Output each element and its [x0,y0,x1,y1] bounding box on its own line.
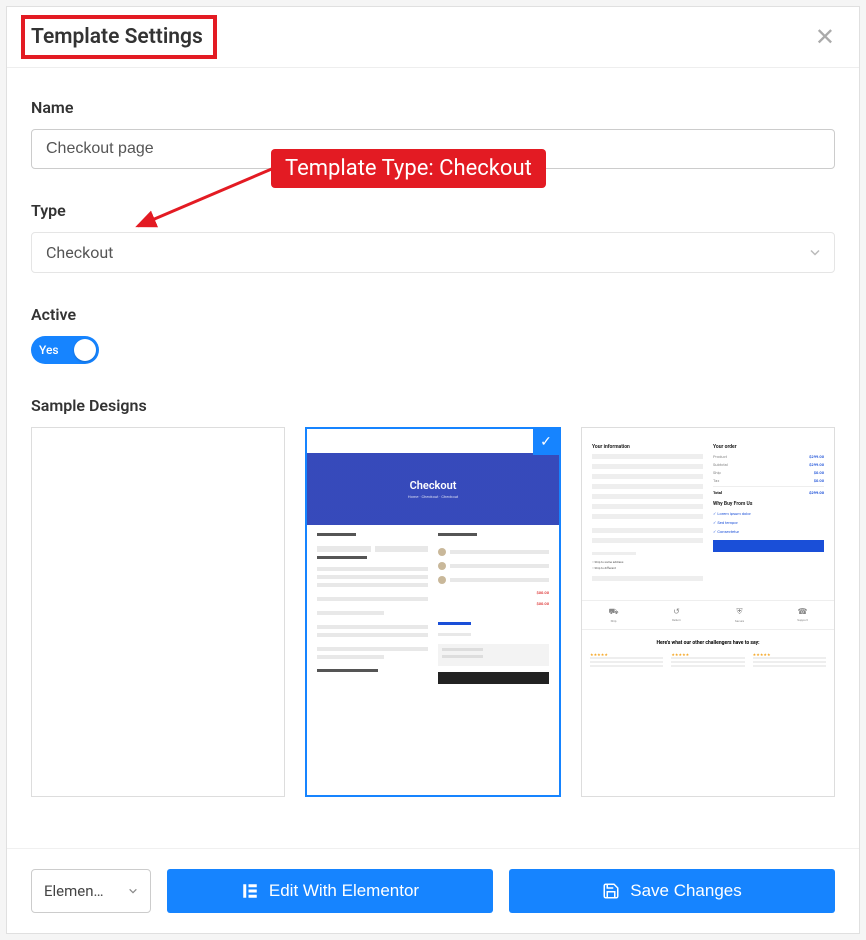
type-select-wrap: Checkout [31,232,835,273]
designs-row: ✓ Checkout Home · Checkout · Checkout BI… [31,427,835,797]
type-select-value: Checkout [46,243,113,262]
thumb-order-heading: ORDER DETAILS [438,533,477,536]
active-toggle[interactable]: Yes [31,336,99,364]
thumb-hero: Checkout Home · Checkout · Checkout [307,453,559,525]
builder-select-value: Elemen… [44,882,104,900]
title-highlight-box: Template Settings [21,15,217,59]
elementor-icon [241,882,259,900]
type-field: Type Checkout [31,201,835,273]
design-card-checkout-2[interactable]: Your information [581,427,835,797]
modal-title: Template Settings [31,25,203,49]
edit-with-elementor-button[interactable]: Edit With Elementor [167,869,493,913]
design-card-blank[interactable] [31,427,285,797]
toggle-knob [74,339,96,361]
thumb3-why-heading: Why Buy From Us [713,501,824,507]
thumb3-trust-icons: ⛟Ship ↺Return ⛨Secure ☎Support [582,600,834,630]
name-field: Name [31,98,835,169]
name-input[interactable] [31,129,835,169]
thumb-hero-sub: Home · Checkout · Checkout [408,494,459,499]
designs-field: Sample Designs ✓ Checkout Home · Checkou… [31,396,835,797]
type-label: Type [31,201,835,220]
thumb3-place-order-btn [713,540,824,552]
thumb-hero-title: Checkout [410,479,457,492]
thumb-body: BILLING DETAILS [307,525,559,692]
thumb3-info-heading: Your information [592,444,703,450]
template-settings-modal: Template Settings ✕ Name Type Checkout [6,6,860,934]
designs-label: Sample Designs [31,396,835,415]
toggle-yes-label: Yes [39,343,59,357]
save-button-label: Save Changes [630,881,742,901]
chevron-down-icon [128,886,138,896]
thumb3-body: Your information [582,428,834,596]
edit-button-label: Edit With Elementor [269,881,419,901]
thumb3-testimonials: ★★★★★ ★★★★★ ★★★★★ [582,652,834,669]
active-label: Active [31,305,835,324]
close-icon[interactable]: ✕ [815,25,835,49]
thumb3-order-heading: Your order [713,444,824,450]
type-select[interactable]: Checkout [31,232,835,273]
thumb-billing-heading: BILLING DETAILS [317,533,356,536]
save-icon [602,882,620,900]
thumb3-testimonial-heading: Here's what our other challengers have t… [582,640,834,646]
modal-header: Template Settings ✕ [7,7,859,67]
save-changes-button[interactable]: Save Changes [509,869,835,913]
builder-select[interactable]: Elemen… [31,869,151,913]
active-field: Active Yes [31,305,835,364]
modal-body: Name Type Checkout [7,68,859,848]
design-card-checkout-1[interactable]: ✓ Checkout Home · Checkout · Checkout BI… [305,427,561,797]
thumb-place-order-btn [438,672,549,684]
name-label: Name [31,98,835,117]
modal-footer: Elemen… Edit With Elementor Save Changes [7,848,859,933]
check-icon: ✓ [533,429,559,455]
